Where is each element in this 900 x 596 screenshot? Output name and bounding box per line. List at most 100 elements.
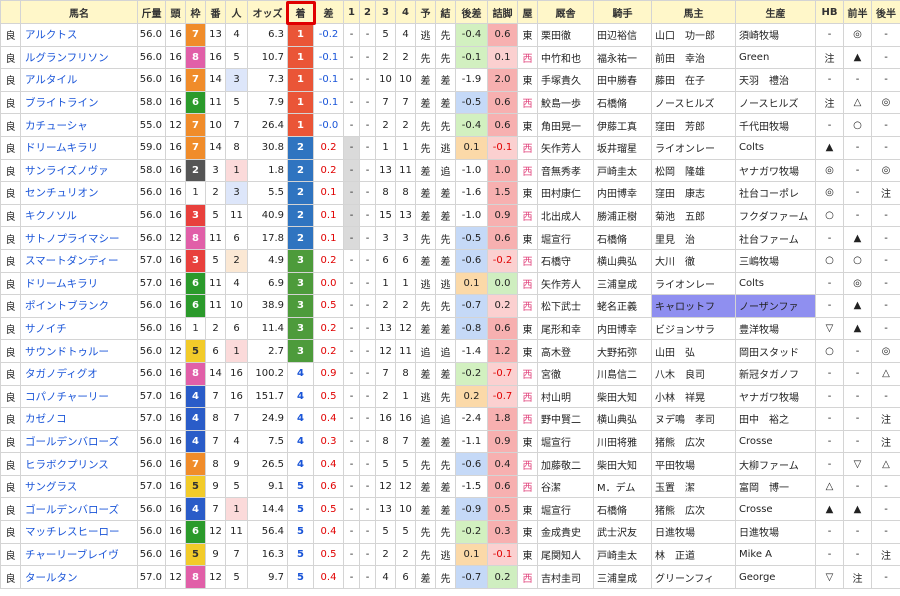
horse-name-link[interactable]: ドリームキラリ [20,271,138,296]
horse-name-link[interactable]: ゴールデンバローズ [20,429,138,454]
horse-name-link[interactable]: カチューシャ [20,113,138,137]
jockey-cell: 横山典弘 [593,248,652,273]
horse-name-link[interactable]: ヒラボクプリンス [20,452,138,476]
margin-cell: 0.1 [313,181,344,205]
horse-name-link[interactable]: ポイントブランク [20,294,138,318]
header-col-ninki[interactable]: 人 [225,0,248,24]
horse-name-link[interactable]: マッチレスヒーロー [20,520,138,544]
margin-cell: 0.2 [313,248,344,273]
header-col-jockey[interactable]: 騎手 [593,0,652,24]
field-size-cell: 12 [165,113,186,137]
field-size-cell: 16 [165,158,186,183]
header-col-corner-3[interactable]: 3 [375,0,396,24]
corner-1-cell: - [343,90,360,115]
horse-name-link[interactable]: タールタン [20,565,138,589]
header-col-sa[interactable]: 差 [313,0,344,24]
horse-name-link[interactable]: キクノソル [20,203,138,228]
zenhan-mark-cell: ▲ [843,316,872,341]
kohan-mark-cell: △ [871,452,900,476]
header-col-breeder[interactable]: 生産 [735,0,816,24]
ban-cell: 2 [205,316,226,341]
baba-cell: 良 [0,565,21,589]
header-col-kekka[interactable]: 結 [435,0,456,24]
header-col-zenhan[interactable]: 前半 [843,0,872,24]
jockey-cell: 田辺裕信 [593,23,652,47]
horse-name-link[interactable]: スマートダンディー [20,248,138,273]
horse-name-link[interactable]: ドリームキラリ [20,135,138,160]
zenhan-mark-cell: 注 [843,565,872,589]
kosa-cell: -1.6 [455,181,488,205]
header-col-kosa[interactable]: 後差 [455,0,488,24]
horse-name-link[interactable]: コパノチャーリー [20,384,138,409]
horse-name-link[interactable]: サンライズノヴァ [20,158,138,183]
ninki-cell: 5 [225,45,248,70]
header-col-yoso[interactable]: 予 [415,0,436,24]
corner-3-cell: 2 [375,113,396,137]
header-col-kohan[interactable]: 後半 [871,0,900,24]
header-col-corner-1[interactable]: 1 [343,0,360,24]
zenhan-mark-cell: - [843,407,872,431]
zenhan-mark-cell: - [843,339,872,363]
header-col-baba[interactable] [0,0,21,24]
chaku-cell: 4 [287,361,314,386]
header-col-field-size[interactable]: 頭 [165,0,186,24]
header-col-tsume[interactable]: 詰脚 [487,0,518,24]
hb-mark-cell: - [815,271,844,296]
horse-name-link[interactable]: センチュリオン [20,181,138,205]
header-col-chaku[interactable]: 着 [287,0,314,24]
chaku-cell: 1 [287,90,314,115]
header-col-weight[interactable]: 斤量 [137,0,166,24]
field-size-cell: 16 [165,23,186,47]
region-cell: 西 [517,271,538,296]
stable-cell: 尾関知人 [537,542,594,567]
breeder-cell: 天羽 禮治 [735,68,816,92]
margin-cell: -0.2 [313,23,344,47]
header-col-region[interactable]: 屋 [517,0,538,24]
zenhan-mark-cell: ▲ [843,497,872,522]
kohan-mark-cell: - [871,384,900,409]
odds-cell: 5.5 [247,181,288,205]
header-col-stable[interactable]: 厩舎 [537,0,594,24]
horse-name-link[interactable]: チャーリーブレイヴ [20,542,138,567]
header-col-corner-4[interactable]: 4 [395,0,416,24]
header-col-corner-2[interactable]: 2 [359,0,376,24]
kosa-cell: -1.4 [455,339,488,363]
header-col-ban[interactable]: 番 [205,0,226,24]
owner-cell: 猪熊 広次 [651,429,736,454]
horse-name-link[interactable]: ゴールデンバローズ [20,497,138,522]
hb-mark-cell: ▲ [815,135,844,160]
odds-cell: 38.9 [247,294,288,318]
header-col-hb[interactable]: HB [815,0,844,24]
breeder-cell: George [735,565,816,589]
odds-cell: 26.5 [247,452,288,476]
header-col-waku[interactable]: 枠 [185,0,206,24]
hb-mark-cell: - [815,520,844,544]
corner-4-cell: 11 [395,339,416,363]
horse-name-link[interactable]: サングラス [20,474,138,499]
horse-name-link[interactable]: アルクトス [20,23,138,47]
horse-name-link[interactable]: ルグランフリソン [20,45,138,70]
horse-name-link[interactable]: タガノディグオ [20,361,138,386]
header-col-horse-name[interactable]: 馬名 [20,0,138,24]
chaku-cell: 5 [287,542,314,567]
horse-name-link[interactable]: ブライトライン [20,90,138,115]
field-size-cell: 16 [165,135,186,160]
ban-cell: 11 [205,294,226,318]
owner-cell: 平田牧場 [651,452,736,476]
horse-name-link[interactable]: カゼノコ [20,407,138,431]
horse-name-link[interactable]: アルタイル [20,68,138,92]
kosa-cell: -0.5 [455,90,488,115]
breeder-cell: Crosse [735,497,816,522]
odds-cell: 151.7 [247,384,288,409]
region-cell: 東 [517,520,538,544]
corner-2-cell: - [359,226,376,250]
horse-name-link[interactable]: サウンドトゥルー [20,339,138,363]
ninki-cell: 11 [225,203,248,228]
owner-cell: 林 正道 [651,542,736,567]
horse-name-link[interactable]: サトノプライマシー [20,226,138,250]
header-col-owner[interactable]: 馬主 [651,0,736,24]
header-col-odds[interactable]: オッズ [247,0,288,24]
baba-cell: 良 [0,407,21,431]
horse-name-link[interactable]: サノイチ [20,316,138,341]
breeder-cell: フクダファーム [735,203,816,228]
